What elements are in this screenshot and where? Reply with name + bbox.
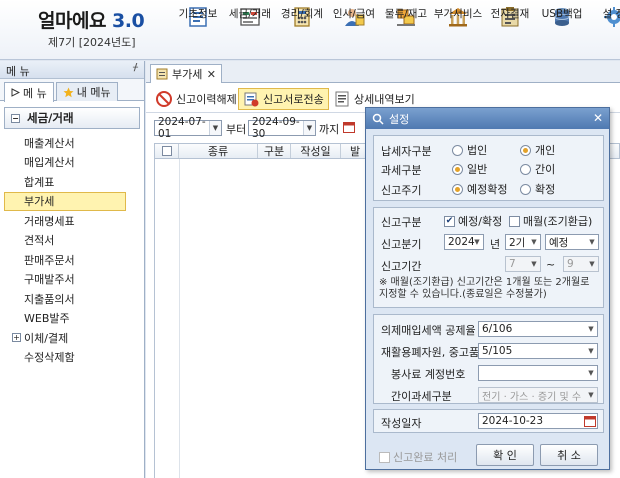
write-date-field[interactable]: 2024-10-23 [478, 413, 598, 429]
checkbox-monthly-refund[interactable]: 매월(조기환급) [509, 213, 592, 229]
dropdown-arrow-icon: ▼ [531, 260, 537, 268]
year-select[interactable]: 2024 ▼ [444, 234, 484, 250]
dropdown-arrow-icon: ▼ [589, 238, 595, 246]
radio-general[interactable]: 일반 [452, 161, 487, 177]
menu-item-purchase-invoice[interactable]: 매입계산서 [4, 153, 144, 173]
column-type[interactable]: 구분 [258, 144, 291, 158]
report-kind-select[interactable]: 예정 ▼ [545, 234, 599, 250]
dialog-title-bar: 설정 ✕ [366, 108, 609, 129]
dropdown-arrow-icon: ▼ [531, 238, 537, 246]
dropdown-arrow-icon: ▼ [588, 325, 594, 333]
close-dialog-icon[interactable]: ✕ [593, 111, 603, 125]
toolbar-hr-payroll[interactable]: 인사/급여 [328, 4, 380, 56]
menu-section-tax-trade[interactable]: − 세금/거래 [4, 107, 140, 129]
service-account-select[interactable]: ▼ [478, 365, 598, 381]
checkbox-report-complete[interactable]: 신고완료 처리 [379, 449, 457, 465]
monthly-period-note: ※ 매월(조기환급) 신고기간은 1개월 또는 2개월로 지정할 수 있습니다.… [379, 277, 590, 300]
range-from-select[interactable]: 7 ▼ [505, 256, 541, 272]
menu-item-expense-request[interactable]: 지출품의서 [4, 289, 144, 309]
menu-item-vat[interactable]: 부가세 [4, 191, 126, 211]
menu-tabs: 메 뉴 내 메뉴 [0, 79, 144, 102]
dropdown-arrow-icon: ▼ [474, 238, 480, 246]
close-tab-icon[interactable]: ✕ [207, 68, 216, 81]
select-all-checkbox[interactable] [155, 144, 179, 158]
dropdown-arrow-icon: ▼ [588, 369, 594, 377]
menu-items: 매출계산서 매입계산서 합계표 부가세 거래명세표 견적서 판매주문서 구매발주… [4, 133, 144, 367]
period-select[interactable]: 2기 ▼ [505, 234, 541, 250]
dropdown-arrow-icon: ▼ [589, 260, 595, 268]
send-to-report-button[interactable]: 신고서로전송 [238, 88, 329, 110]
date-from-field[interactable]: 2024-07-01 ▼ [154, 116, 222, 140]
send-report-icon [244, 92, 259, 107]
toolbar-usb-backup[interactable]: USB백업 [536, 4, 588, 56]
write-date-section: 작성일자 2024-10-23 [373, 409, 604, 433]
toolbar-e-approval[interactable]: 전자결재 [484, 4, 536, 56]
menu-item-purchase-order[interactable]: 구매발주서 [4, 270, 144, 290]
fiscal-period: 제7기 [2024년도] [48, 36, 136, 49]
radio-final[interactable]: 확정 [520, 181, 555, 197]
radio-simple[interactable]: 간이 [520, 161, 555, 177]
simple-tax-type-select[interactable]: 전기 · 가스 · 증기 및 수 ▼ [478, 387, 598, 403]
expand-icon: + [12, 333, 21, 343]
detail-list-icon [335, 91, 349, 107]
column-kind[interactable]: 종류 [179, 144, 258, 158]
tab-vat[interactable]: 부가세 ✕ [150, 64, 222, 83]
cancel-button[interactable]: 취 소 [540, 444, 598, 466]
toolbar-settings[interactable]: 설 정 [588, 4, 620, 56]
calendar-icon[interactable] [343, 121, 355, 133]
menu-item-estimate[interactable]: 견적서 [4, 231, 144, 251]
radio-interim-final[interactable]: 예정확정 [452, 181, 507, 197]
main-toolbar: 기초정보 세금/거래 경리/회계 인사/급여 물류/재고 부가서비스 전자결재 [172, 4, 620, 56]
column-date[interactable]: 작성일 [291, 144, 341, 158]
range-to-select[interactable]: 9 ▼ [563, 256, 599, 272]
menu-item-sales-order[interactable]: 판매주문서 [4, 250, 144, 270]
rate-section: 의제매입세액 공제율 6/106 ▼ 재활용폐자원, 중고품 5/105 ▼ 봉사료… [373, 314, 604, 404]
play-icon [11, 88, 20, 97]
checkbox-interim-final[interactable]: ✔ 예정/확정 [444, 213, 502, 229]
menu-item-transaction-statement[interactable]: 거래명세표 [4, 211, 144, 231]
app-logo: 얼마에요 3.0 [38, 10, 145, 32]
menu-item-trash[interactable]: 수정삭제함 [4, 348, 144, 368]
star-icon [63, 87, 74, 97]
dropdown-arrow-icon: ▼ [209, 121, 221, 135]
taxpayer-section: 납세자구분 법인 개인 과세구분 일반 간이 신고주기 예정확정 확정 [373, 135, 604, 201]
report-period-section: 신고구분 ✔ 예정/확정 매월(조기환급) 신고분기 2024 ▼ 년 2기 ▼ 예정… [373, 207, 604, 308]
no-entry-icon [156, 91, 172, 107]
settings-dialog: 설정 ✕ 납세자구분 법인 개인 과세구분 일반 간이 신고주기 예정확정 확정… [365, 107, 610, 470]
toolbar-addon-service[interactable]: 부가서비스 [432, 4, 484, 56]
recycle-rate-select[interactable]: 5/105 ▼ [478, 343, 598, 359]
collapse-icon: − [11, 113, 20, 123]
left-menu-panel: 메 뉴 ᚋ 메 뉴 내 메뉴 − 세금/거래 매출계산서 매입계산서 합계표 부… [0, 61, 145, 478]
date-to-field[interactable]: 2024-09-30 ▼ [248, 116, 316, 140]
menu-item-web-order[interactable]: WEB발주 [4, 309, 144, 329]
tab-menu[interactable]: 메 뉴 [4, 82, 54, 102]
toolbar-tax-trade[interactable]: 세금/거래 [224, 4, 276, 56]
search-icon [372, 113, 384, 125]
toolbar-logistics[interactable]: 물류/재고 [380, 4, 432, 56]
toolbar-base-info[interactable]: 기초정보 [172, 4, 224, 56]
clear-report-history-button[interactable]: 신고이력해제 [152, 88, 241, 110]
dropdown-arrow-icon: ▼ [303, 121, 315, 135]
radio-corporation[interactable]: 법인 [452, 142, 487, 158]
dropdown-arrow-icon: ▼ [588, 347, 594, 355]
tab-my-menu[interactable]: 내 메뉴 [55, 82, 118, 101]
top-bar: 얼마에요 3.0 제7기 [2024년도] 기초정보 세금/거래 경리/회계 인… [0, 0, 620, 60]
menu-item-summary[interactable]: 합계표 [4, 172, 144, 192]
menu-item-sales-invoice[interactable]: 매출계산서 [4, 133, 144, 153]
ok-button[interactable]: 확 인 [476, 444, 534, 466]
dropdown-arrow-icon: ▼ [588, 391, 594, 399]
deemed-input-rate-select[interactable]: 6/106 ▼ [478, 321, 598, 337]
radio-individual[interactable]: 개인 [520, 142, 555, 158]
toolbar-accounting[interactable]: 경리/회계 [276, 4, 328, 56]
document-icon [156, 68, 168, 80]
document-tabs: 부가세 ✕ [146, 61, 620, 83]
calendar-icon[interactable] [584, 415, 596, 427]
pin-icon[interactable]: ᚋ [133, 62, 138, 73]
menu-item-transfer-payment[interactable]: + 이체/결제 [4, 328, 144, 348]
menu-panel-header: 메 뉴 ᚋ [0, 61, 144, 79]
